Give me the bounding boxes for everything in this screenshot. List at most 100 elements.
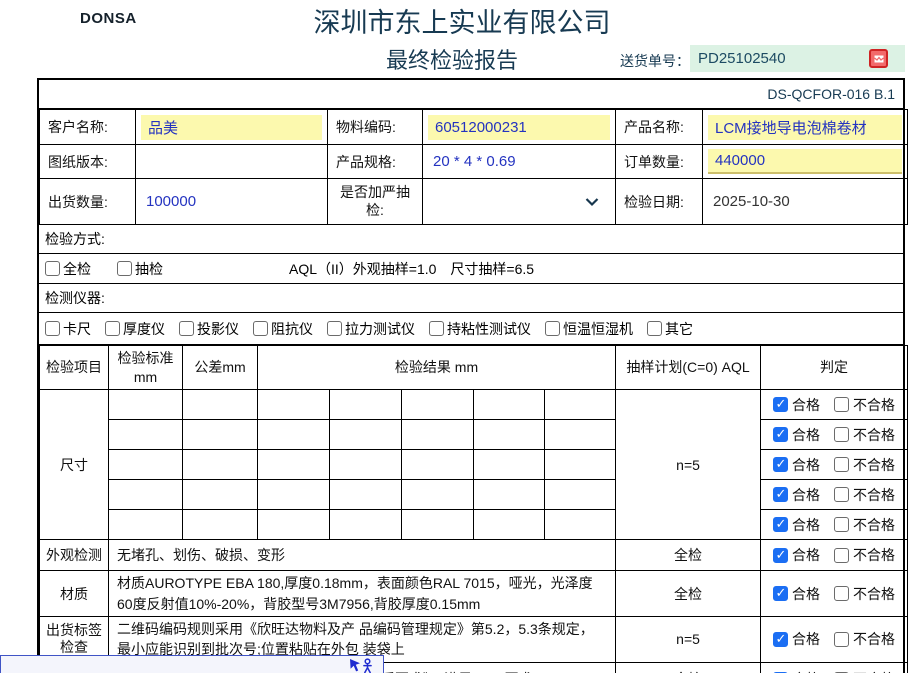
ship-qty-label: 出货数量: (40, 179, 136, 225)
result-cell[interactable] (474, 420, 545, 450)
pass-checkbox[interactable] (773, 457, 788, 472)
fail-checkbox[interactable] (834, 397, 849, 412)
material-code-label: 物料编码: (328, 110, 423, 145)
standard-cell[interactable] (109, 390, 183, 420)
product-spec-label: 产品规格: (328, 145, 423, 179)
result-cell[interactable] (474, 390, 545, 420)
result-cell[interactable] (402, 480, 474, 510)
tolerance-cell[interactable] (183, 450, 258, 480)
full-inspection-checkbox[interactable] (45, 261, 60, 276)
standard-cell[interactable] (109, 480, 183, 510)
verdict-cell: 合格 不合格 (761, 662, 908, 673)
impedance-checkbox[interactable] (253, 321, 268, 336)
standard-cell[interactable] (109, 450, 183, 480)
standard-cell[interactable] (109, 510, 183, 540)
material-row: 材质 材质AUROTYPE EBA 180,厚度0.18mm，表面颜色RAL 7… (40, 571, 908, 617)
pass-checkbox[interactable] (773, 397, 788, 412)
pass-checkbox[interactable] (773, 548, 788, 563)
pass-checkbox[interactable] (773, 632, 788, 647)
company-logo: DONSA (80, 10, 137, 27)
pass-label: 合格 (792, 669, 820, 673)
adhesion-tester-checkbox[interactable] (429, 321, 444, 336)
result-cell[interactable] (474, 450, 545, 480)
result-cell[interactable] (474, 480, 545, 510)
ship-qty-value[interactable]: 100000 (136, 179, 328, 225)
info-form-table: 客户名称: 品美 物料编码: 60512000231 产品名称: LCM接地导电… (39, 109, 908, 225)
verdict-cell: 合格 不合格 (761, 510, 908, 540)
tolerance-cell[interactable] (183, 420, 258, 450)
result-cell[interactable] (545, 450, 616, 480)
product-name-label: 产品名称: (616, 110, 703, 145)
result-cell[interactable] (474, 510, 545, 540)
fail-checkbox[interactable] (834, 487, 849, 502)
verdict-cell: 合格 不合格 (761, 480, 908, 510)
fail-checkbox[interactable] (834, 632, 849, 647)
customer-input[interactable]: 品美 (141, 115, 322, 140)
product-spec-value[interactable]: 20 * 4 * 0.69 (423, 145, 616, 179)
tension-tester-checkbox[interactable] (327, 321, 342, 336)
result-cell[interactable] (258, 450, 330, 480)
dimension-row-3: 合格 不合格 (40, 450, 908, 480)
pass-label: 合格 (792, 455, 820, 475)
result-cell[interactable] (330, 480, 402, 510)
result-cell[interactable] (402, 510, 474, 540)
result-cell[interactable] (330, 510, 402, 540)
result-cell[interactable] (545, 420, 616, 450)
pass-checkbox[interactable] (773, 427, 788, 442)
order-qty-input[interactable]: 440000 (708, 149, 902, 174)
drag-person-cursor-icon (349, 658, 375, 673)
result-cell[interactable] (402, 450, 474, 480)
material-item-label: 材质 (40, 571, 109, 617)
customer-cell: 品美 (136, 110, 328, 145)
standard-cell[interactable] (109, 420, 183, 450)
material-content: 材质AUROTYPE EBA 180,厚度0.18mm，表面颜色RAL 7015… (109, 571, 616, 617)
tension-tester-label: 拉力测试仪 (345, 319, 415, 339)
strict-sampling-dropdown[interactable] (423, 179, 616, 225)
climate-chamber-checkbox[interactable] (545, 321, 560, 336)
method-option-sampling: 抽检 (117, 259, 163, 279)
doc-code: DS-QCFOR-016 B.1 (39, 80, 903, 109)
drawing-version-cell[interactable] (136, 145, 328, 179)
delivery-no-value: PD25102540 (698, 50, 786, 67)
caliper-checkbox[interactable] (45, 321, 60, 336)
fail-checkbox[interactable] (834, 548, 849, 563)
result-cell[interactable] (330, 390, 402, 420)
result-cell[interactable] (545, 390, 616, 420)
result-cell[interactable] (330, 450, 402, 480)
fail-checkbox[interactable] (834, 517, 849, 532)
thickness-gauge-checkbox[interactable] (105, 321, 120, 336)
tolerance-cell[interactable] (183, 480, 258, 510)
pass-checkbox[interactable] (773, 517, 788, 532)
pass-checkbox[interactable] (773, 487, 788, 502)
fail-checkbox[interactable] (834, 586, 849, 601)
aql-note: AQL（II）外观抽样=1.0 尺寸抽样=6.5 (289, 259, 534, 279)
material-code-input[interactable]: 60512000231 (428, 115, 610, 140)
sampling-inspection-checkbox[interactable] (117, 261, 132, 276)
header-verdict: 判定 (761, 346, 908, 390)
material-code-cell: 60512000231 (423, 110, 616, 145)
broken-image-icon (869, 49, 888, 68)
inspection-date-value[interactable]: 2025-10-30 (703, 179, 908, 225)
pass-checkbox[interactable] (773, 586, 788, 601)
adhesion-tester-label: 持粘性测试仪 (447, 319, 531, 339)
result-cell[interactable] (545, 480, 616, 510)
result-cell[interactable] (330, 420, 402, 450)
tolerance-cell[interactable] (183, 390, 258, 420)
product-name-input[interactable]: LCM接地导电泡棉卷材 (708, 115, 902, 140)
result-cell[interactable] (545, 510, 616, 540)
customer-label: 客户名称: (40, 110, 136, 145)
other-instrument-checkbox[interactable] (647, 321, 662, 336)
result-cell[interactable] (258, 420, 330, 450)
result-cell[interactable] (402, 390, 474, 420)
result-cell[interactable] (258, 510, 330, 540)
header-standard: 检验标准mm (109, 346, 183, 390)
order-qty-label: 订单数量: (616, 145, 703, 179)
appearance-row: 外观检测 无堵孔、划伤、破损、变形 全检 合格 不合格 (40, 540, 908, 571)
fail-checkbox[interactable] (834, 427, 849, 442)
fail-checkbox[interactable] (834, 457, 849, 472)
result-cell[interactable] (258, 390, 330, 420)
projector-checkbox[interactable] (179, 321, 194, 336)
result-cell[interactable] (402, 420, 474, 450)
tolerance-cell[interactable] (183, 510, 258, 540)
result-cell[interactable] (258, 480, 330, 510)
